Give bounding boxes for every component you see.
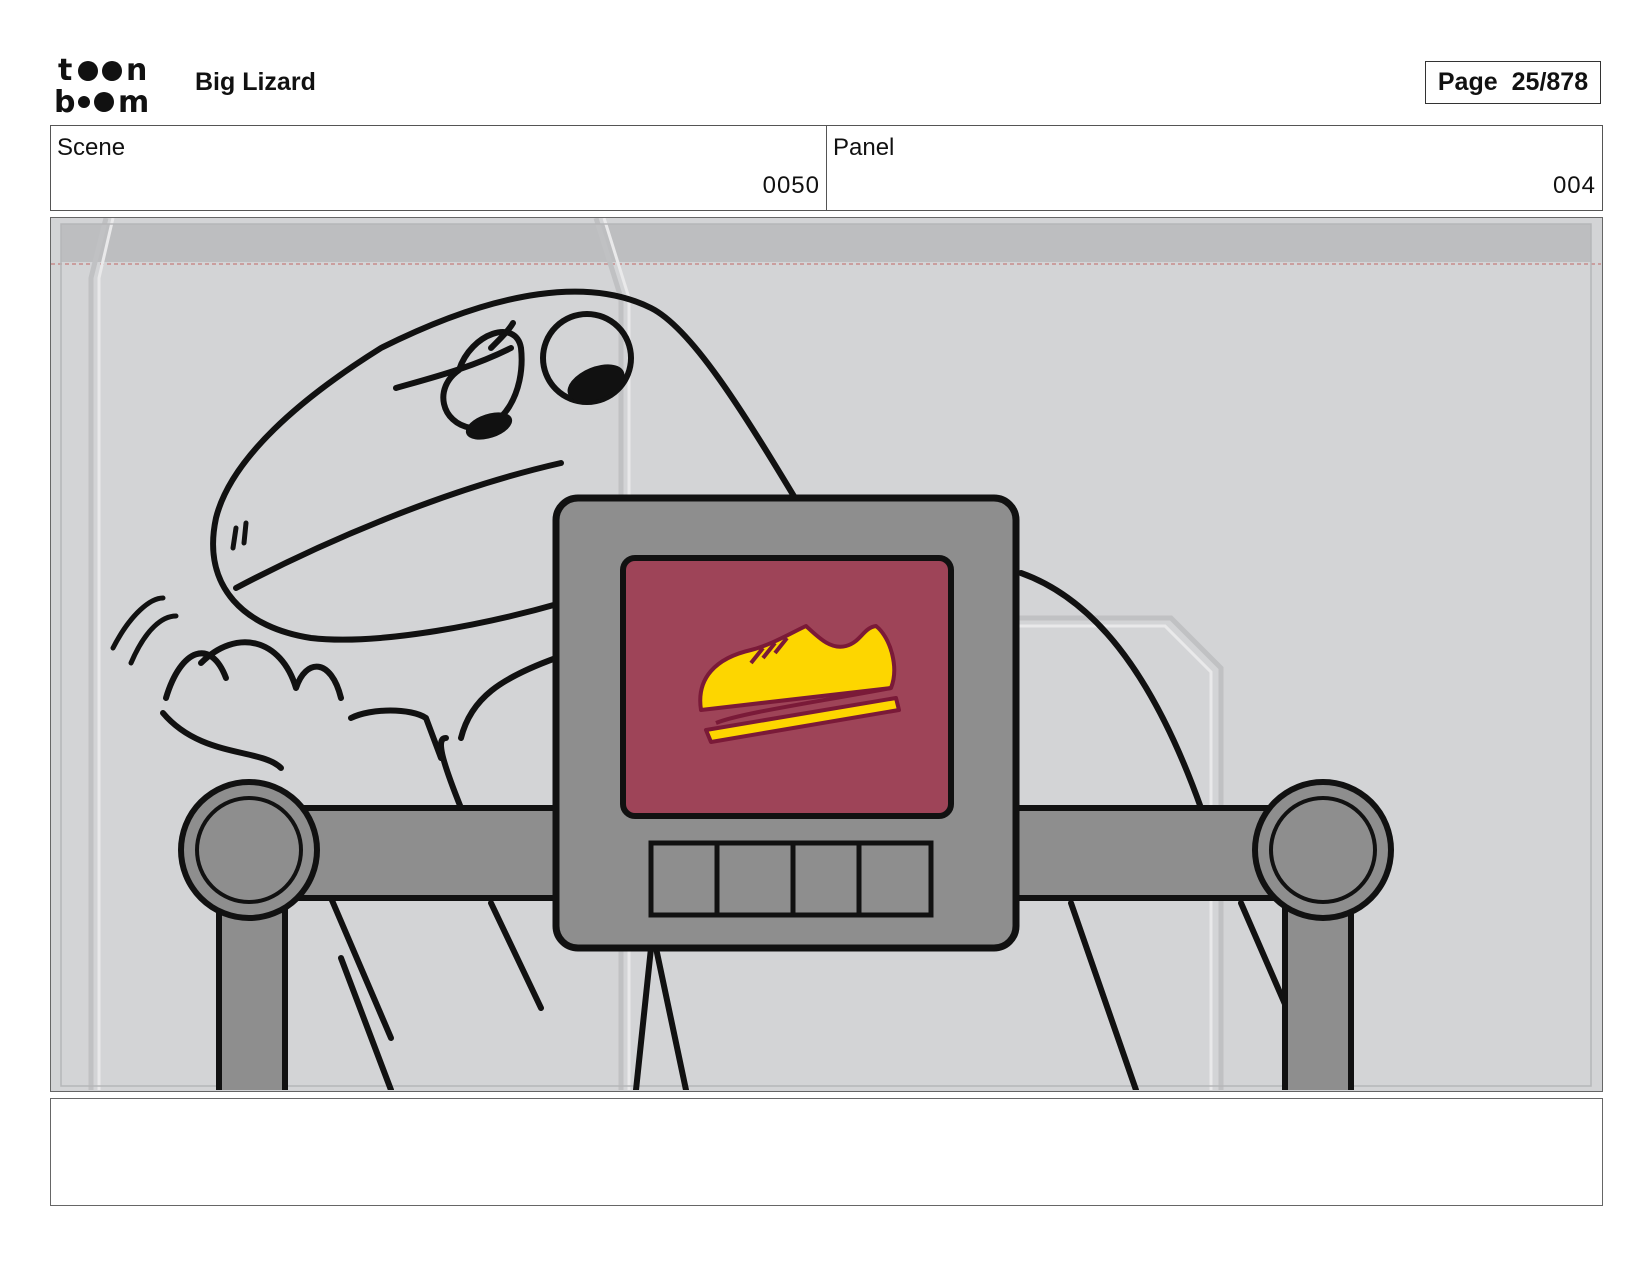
scene-value: 0050: [762, 172, 820, 199]
panel-label: Panel: [833, 134, 895, 161]
svg-text:m: m: [118, 85, 149, 114]
panel-notes: [50, 1098, 1603, 1206]
svg-text:t: t: [58, 54, 72, 88]
page-label: Page: [1437, 68, 1498, 96]
svg-text:n: n: [126, 54, 147, 88]
scene-label: Scene: [57, 134, 126, 161]
svg-text:b: b: [54, 85, 75, 114]
scene-cell: Scene 0050: [51, 126, 826, 210]
panel-value: 004: [1552, 172, 1596, 199]
page-number: 25/878: [1511, 68, 1589, 96]
project-title: Big Lizard: [195, 68, 316, 96]
panel-drawing: [51, 218, 1601, 1090]
scene-panel-info: Scene 0050 Panel 004: [50, 125, 1603, 211]
panel-cell: Panel 004: [826, 126, 1602, 210]
page-indicator: Page 25/878: [1425, 61, 1601, 104]
toon-boom-logo: t n b m: [54, 54, 149, 114]
storyboard-panel: [50, 217, 1603, 1092]
